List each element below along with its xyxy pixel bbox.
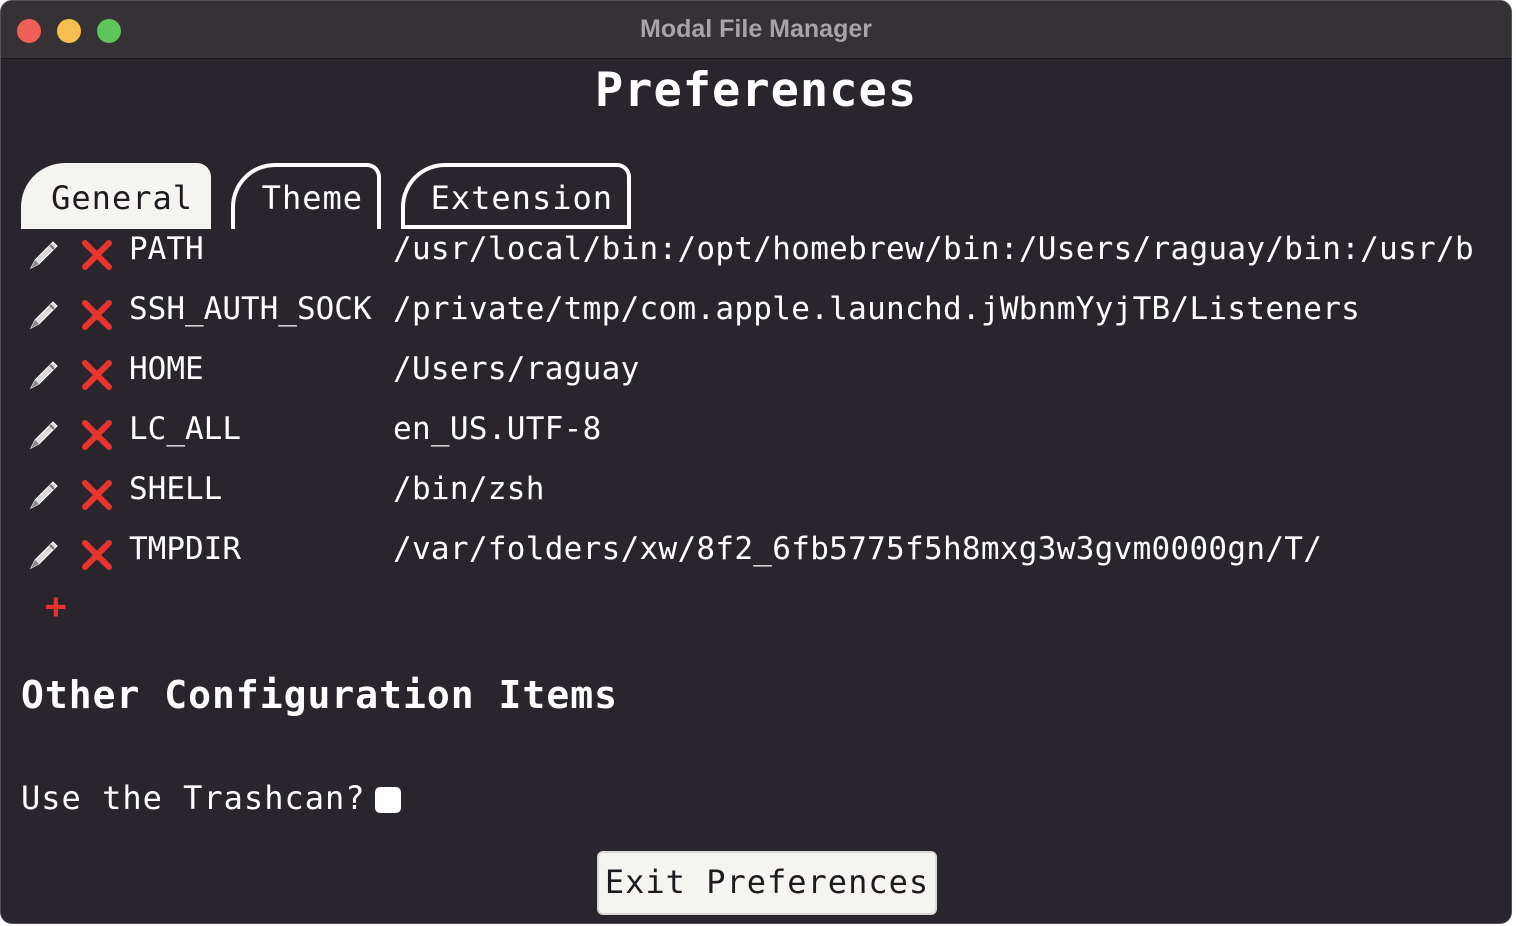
titlebar: Modal File Manager [1,1,1511,59]
env-value: /Users/raguay [393,351,640,387]
pencil-icon[interactable] [23,234,63,274]
env-row-path: PATH /usr/local/bin:/opt/homebrew/bin:/U… [1,231,1511,291]
page-title: Preferences [594,63,918,118]
delete-x-icon[interactable] [81,539,113,571]
env-key: SSH_AUTH_SOCK [129,291,372,327]
env-row-tmpdir: TMPDIR /var/folders/xw/8f2_6fb5775f5h8mx… [1,531,1511,591]
exit-preferences-button[interactable]: Exit Preferences [597,851,937,915]
trashcan-checkbox[interactable] [375,787,401,813]
env-row-shell: SHELL /bin/zsh [1,471,1511,531]
env-key: PATH [129,231,204,267]
env-row-lc-all: LC_ALL en_US.UTF-8 [1,411,1511,471]
pencil-icon[interactable] [23,534,63,574]
env-value: en_US.UTF-8 [393,411,602,447]
delete-x-icon[interactable] [81,359,113,391]
pencil-icon[interactable] [23,354,63,394]
delete-x-icon[interactable] [81,239,113,271]
other-config-title: Other Configuration Items [21,673,618,717]
env-row-ssh-auth-sock: SSH_AUTH_SOCK /private/tmp/com.apple.lau… [1,291,1511,351]
delete-x-icon[interactable] [81,419,113,451]
pencil-icon[interactable] [23,474,63,514]
delete-x-icon[interactable] [81,479,113,511]
env-value: /usr/local/bin:/opt/homebrew/bin:/Users/… [393,231,1474,267]
pencil-icon[interactable] [23,294,63,334]
app-window: Modal File Manager Preferences General T… [0,0,1512,924]
env-row-home: HOME /Users/raguay [1,351,1511,411]
env-key: SHELL [129,471,223,507]
tab-theme[interactable]: Theme [231,163,381,229]
env-value: /bin/zsh [393,471,545,507]
env-key: TMPDIR [129,531,241,567]
env-key: LC_ALL [129,411,241,447]
tab-extension[interactable]: Extension [401,163,631,229]
add-env-plus-icon[interactable]: + [45,589,67,625]
env-value: /private/tmp/com.apple.launchd.jWbnmYyjT… [393,291,1361,327]
env-key: HOME [129,351,204,387]
trashcan-label: Use the Trashcan? [21,779,366,817]
delete-x-icon[interactable] [81,299,113,331]
pencil-icon[interactable] [23,414,63,454]
env-value: /var/folders/xw/8f2_6fb5775f5h8mxg3w3gvm… [393,531,1323,567]
tab-general[interactable]: General [21,163,211,229]
window-title: Modal File Manager [640,15,872,43]
